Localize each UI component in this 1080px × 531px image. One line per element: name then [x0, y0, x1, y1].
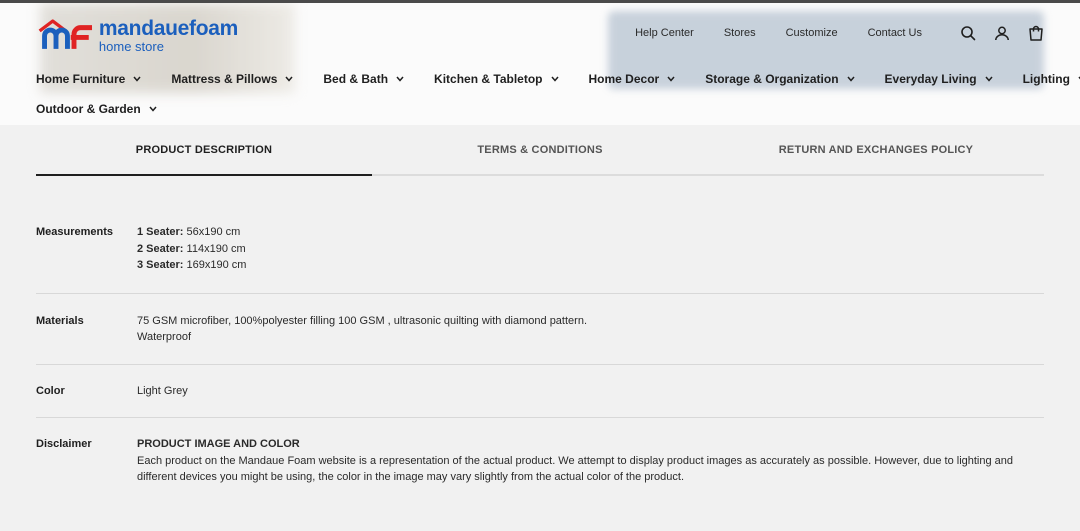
tab-return-exchanges-policy[interactable]: RETURN AND EXCHANGES POLICY — [708, 125, 1044, 174]
product-info-tabs: PRODUCT DESCRIPTION TERMS & CONDITIONS R… — [36, 125, 1044, 176]
tab-product-description[interactable]: PRODUCT DESCRIPTION — [36, 125, 372, 176]
nav-label: Mattress & Pillows — [171, 72, 278, 86]
product-specs: Measurements 1 Seater: 56x190 cm 2 Seate… — [36, 205, 1044, 486]
spec-value-measurements: 1 Seater: 56x190 cm 2 Seater: 114x190 cm… — [137, 224, 1044, 274]
nav-label: Outdoor & Garden — [36, 102, 141, 116]
spec-value-color: Light Grey — [137, 384, 188, 397]
spec-row-disclaimer: Disclaimer PRODUCT IMAGE AND COLOR Each … — [36, 418, 1044, 486]
chevron-down-icon — [133, 76, 141, 82]
spec-value-disclaimer: PRODUCT IMAGE AND COLOR Each product on … — [137, 436, 1044, 486]
nav-label: Bed & Bath — [323, 72, 389, 86]
spec-label: Color — [36, 384, 65, 397]
nav-outdoor-garden[interactable]: Outdoor & Garden — [36, 102, 157, 116]
chevron-down-icon — [846, 76, 855, 82]
measurement-line: 2 Seater: 114x190 cm — [137, 242, 246, 255]
logo-mark-icon — [38, 19, 93, 49]
materials-line: Waterproof — [137, 331, 192, 343]
nav-label: Kitchen & Tabletop — [434, 72, 543, 86]
account-icon[interactable] — [994, 25, 1010, 41]
disclaimer-heading: PRODUCT IMAGE AND COLOR — [137, 438, 300, 450]
spec-value-materials: 75 GSM microfiber, 100%polyester filling… — [137, 313, 1044, 346]
nav-everyday-living[interactable]: Everyday Living — [885, 72, 993, 86]
chevron-down-icon — [985, 76, 993, 82]
nav-kitchen-tabletop[interactable]: Kitchen & Tabletop — [434, 72, 559, 86]
utility-nav: Help Center Stores Customize Contact Us — [635, 23, 1044, 43]
logo-name: mandauefoam — [98, 16, 238, 40]
nav-label: Lighting — [1022, 72, 1070, 86]
chevron-down-icon — [550, 76, 559, 82]
nav-storage-organization[interactable]: Storage & Organization — [705, 72, 855, 86]
measurement-line: 3 Seater: 169x190 cm — [137, 259, 247, 271]
customize-link[interactable]: Customize — [786, 27, 838, 39]
cart-icon[interactable] — [1028, 25, 1044, 41]
spec-row-measurements: Measurements 1 Seater: 56x190 cm 2 Seate… — [36, 205, 1044, 294]
tab-terms-conditions[interactable]: TERMS & CONDITIONS — [372, 125, 708, 174]
help-center-link[interactable]: Help Center — [635, 27, 694, 39]
main-category-nav: Home Furniture Mattress & Pillows Bed & … — [36, 69, 1080, 125]
search-icon[interactable] — [960, 25, 976, 41]
chevron-down-icon — [396, 76, 404, 82]
nav-bed-bath[interactable]: Bed & Bath — [323, 72, 404, 86]
spec-row-color: Color Light Grey — [36, 365, 1044, 418]
nav-label: Storage & Organization — [705, 72, 839, 86]
site-header: mandauefoam home store Help Center Store… — [0, 3, 1080, 125]
nav-home-decor[interactable]: Home Decor — [589, 72, 676, 86]
measurement-line: 1 Seater: 56x190 cm — [137, 226, 241, 238]
nav-lighting[interactable]: Lighting — [1023, 72, 1080, 86]
nav-label: Everyday Living — [884, 72, 977, 86]
nav-label: Home Furniture — [36, 72, 126, 86]
chevron-down-icon — [149, 106, 157, 112]
chevron-down-icon — [285, 76, 293, 82]
chevron-down-icon — [667, 76, 675, 82]
logo-subtitle: home store — [98, 38, 164, 54]
spec-label: Measurements — [36, 226, 114, 238]
disclaimer-text: Each product on the Mandaue Foam website… — [137, 454, 1014, 484]
nav-mattress-pillows[interactable]: Mattress & Pillows — [171, 72, 293, 86]
materials-line: 75 GSM microfiber, 100%polyester filling… — [137, 314, 587, 327]
brand-logo[interactable]: mandauefoam home store — [38, 15, 238, 55]
spec-row-materials: Materials 75 GSM microfiber, 100%polyest… — [36, 294, 1044, 365]
stores-link[interactable]: Stores — [724, 27, 756, 39]
nav-home-furniture[interactable]: Home Furniture — [36, 72, 141, 86]
contact-us-link[interactable]: Contact Us — [868, 27, 922, 39]
spec-label: Materials — [36, 314, 84, 327]
spec-label: Disclaimer — [36, 438, 92, 450]
nav-label: Home Decor — [588, 72, 660, 86]
